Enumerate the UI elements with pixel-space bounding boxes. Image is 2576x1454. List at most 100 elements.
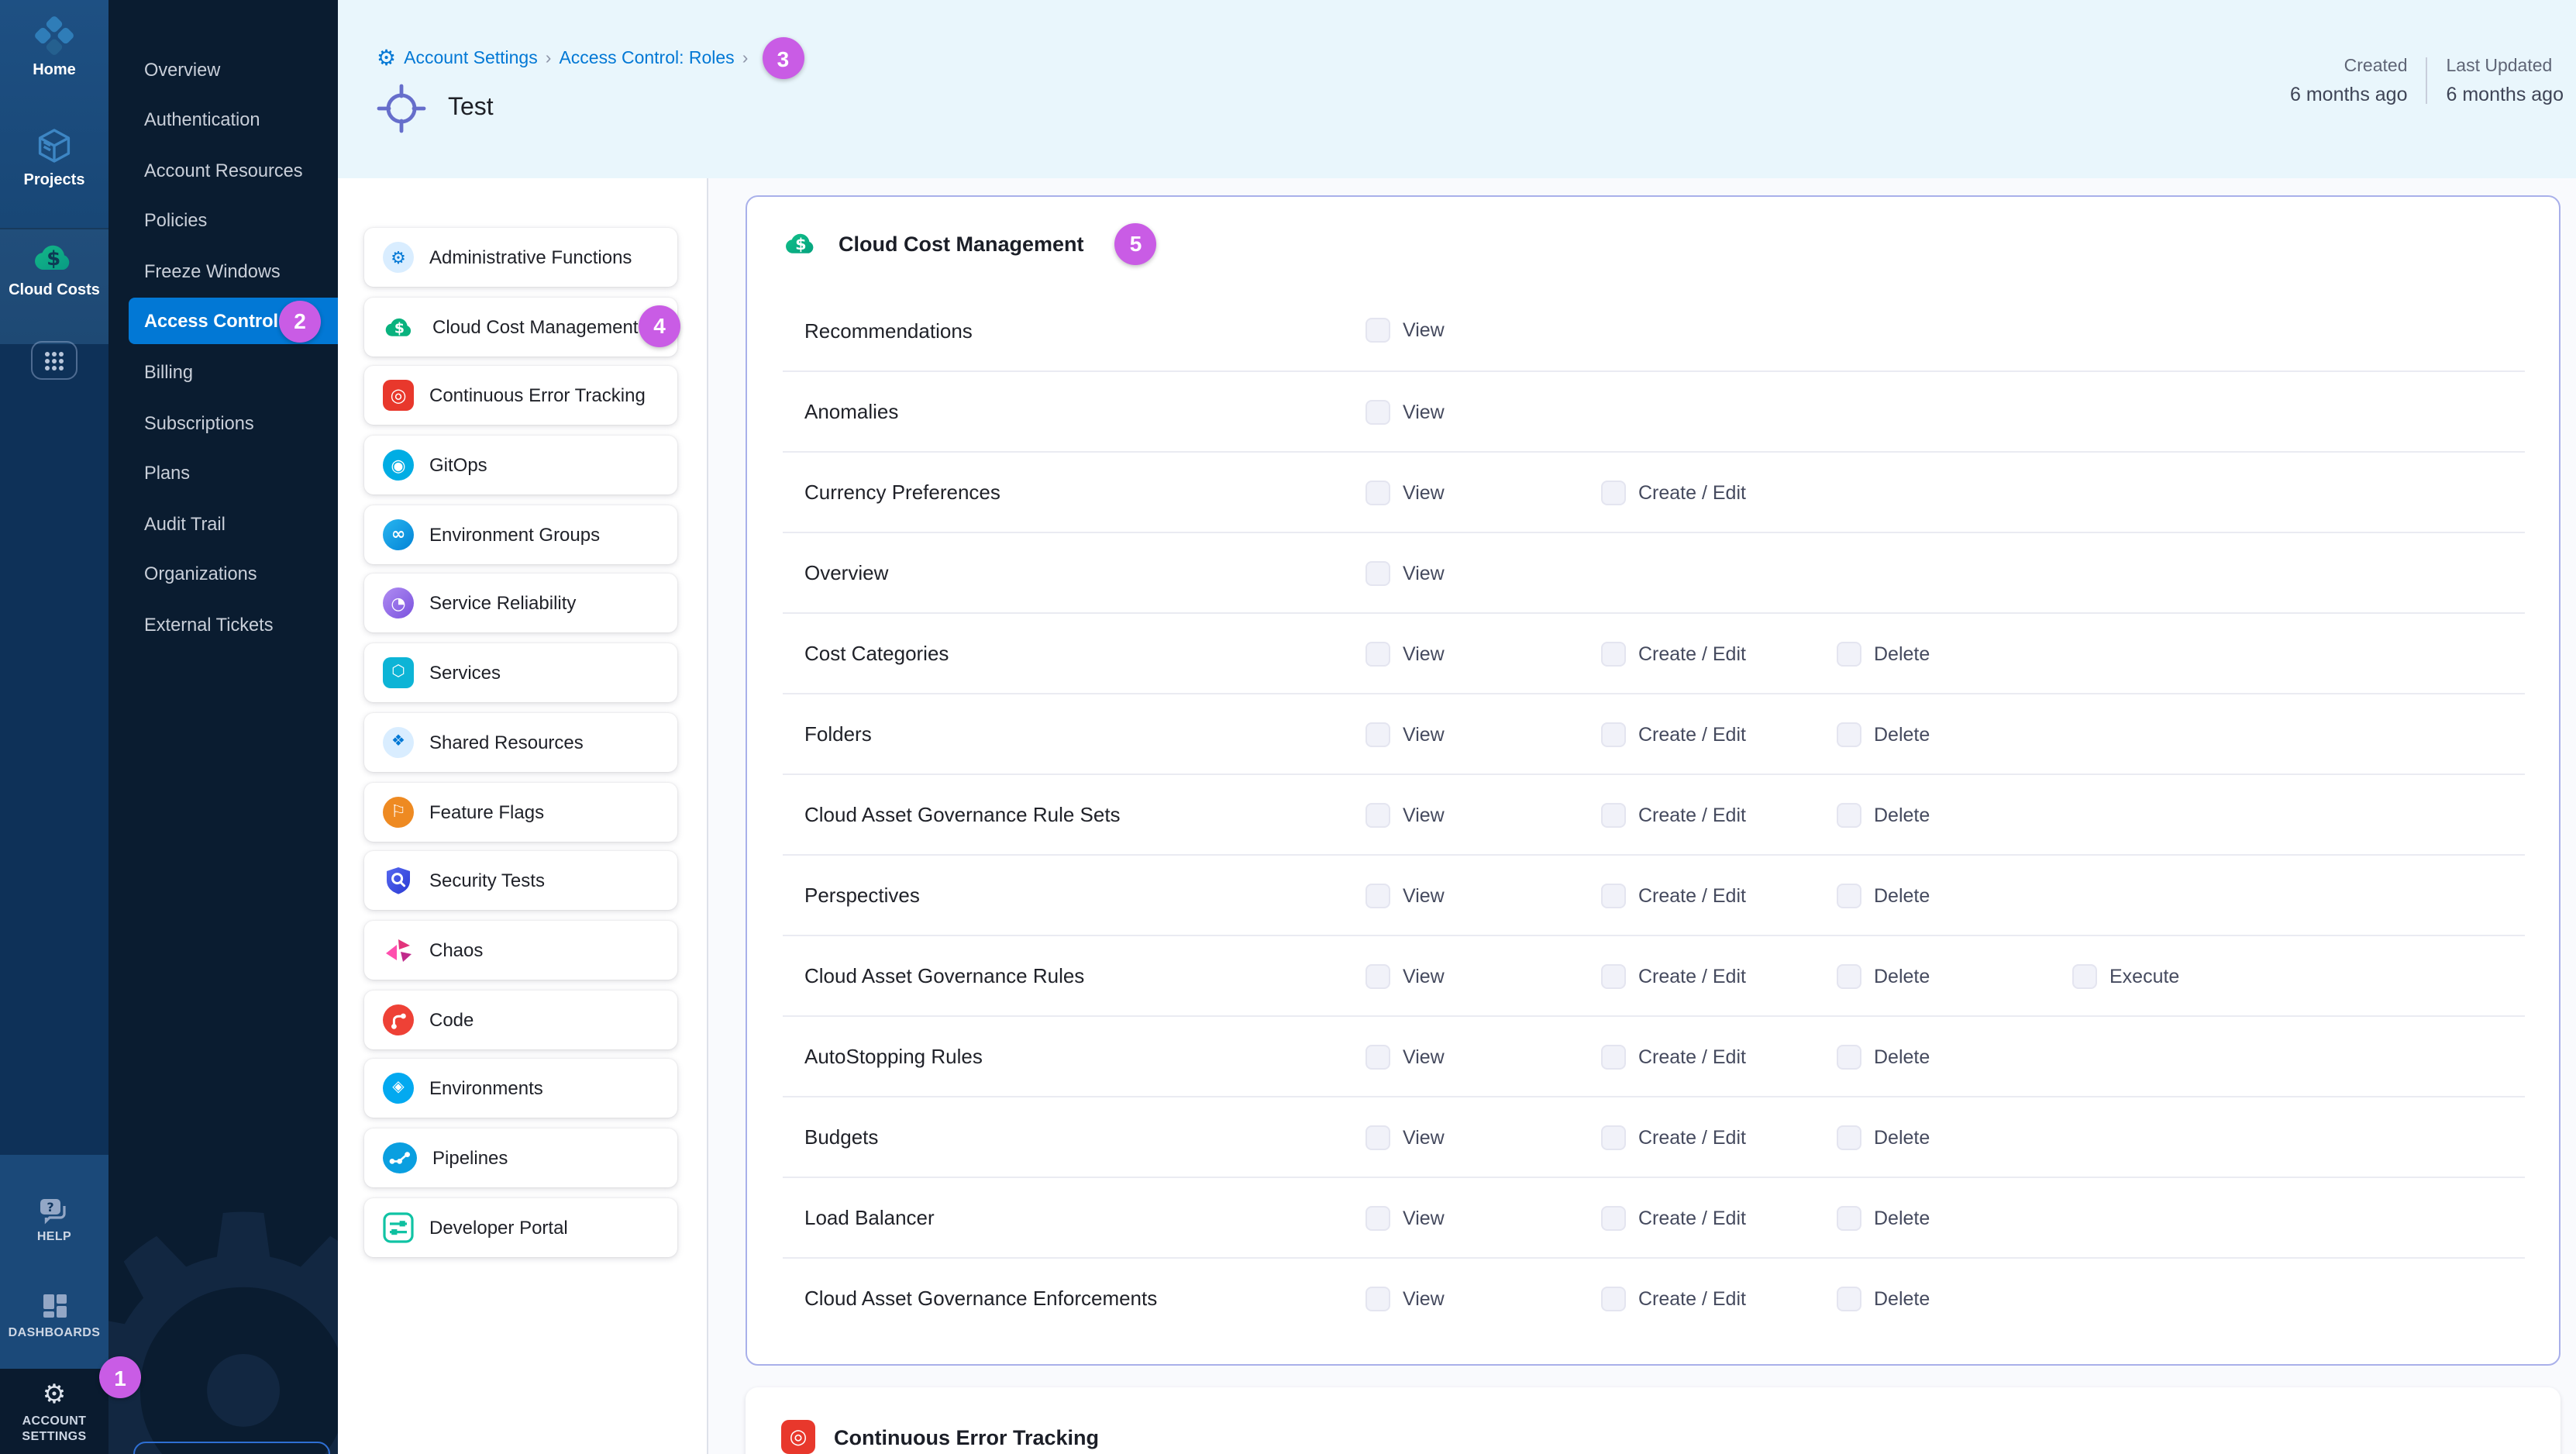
list-item-continuous-error-tracking[interactable]: ◎ Continuous Error Tracking [364, 367, 677, 426]
list-item-administrative-functions[interactable]: ⚙ Administrative Functions [364, 228, 677, 287]
view-checkbox[interactable] [1365, 883, 1390, 908]
create-edit-checkbox[interactable] [1601, 641, 1626, 666]
sidebar-item-audit-trail[interactable]: Audit Trail [108, 500, 338, 546]
panel-header: $ Cloud Cost Management 5 [747, 197, 2559, 290]
list-item-security-tests[interactable]: Security Tests [364, 851, 677, 910]
permission-row-cost-categories: Cost Categories View Create / Edit Delet… [783, 612, 2525, 693]
list-item-feature-flags[interactable]: ⚐ Feature Flags [364, 782, 677, 841]
create-edit-checkbox[interactable] [1601, 802, 1626, 827]
environment-groups-icon: ∞ [383, 519, 414, 550]
permission-rows: Recommendations View Anomalies View Curr… [783, 290, 2525, 1338]
list-item-services[interactable]: ⬡ Services [364, 643, 677, 702]
list-item-service-reliability[interactable]: ◔ Service Reliability [364, 574, 677, 633]
list-item-developer-portal[interactable]: Developer Portal [364, 1197, 677, 1256]
svg-text:$: $ [46, 247, 60, 270]
delete-checkbox[interactable] [1837, 641, 1861, 666]
chaos-icon [383, 935, 414, 966]
view-checkbox[interactable] [1365, 480, 1390, 505]
rail-item-projects[interactable]: Projects [0, 126, 108, 189]
environments-icon: ◈ [383, 1073, 414, 1104]
sidebar-item-authentication[interactable]: Authentication [108, 96, 338, 143]
view-checkbox[interactable] [1365, 963, 1390, 988]
list-item-shared-resources[interactable]: ❖ Shared Resources [364, 713, 677, 772]
delete-checkbox[interactable] [1837, 1044, 1861, 1069]
rail-item-account-settings[interactable]: ⚙ ACCOUNT SETTINGS [0, 1383, 108, 1445]
view-checkbox[interactable] [1365, 1044, 1390, 1069]
page-header: ⚙ Account Settings › Access Control: Rol… [338, 0, 2576, 178]
svg-text:$: $ [795, 235, 806, 253]
sidebar-item-organizations[interactable]: Organizations [108, 550, 338, 597]
feature-flags-icon: ⚐ [383, 796, 414, 827]
list-item-environments[interactable]: ◈ Environments [364, 1059, 677, 1118]
rail-item-cloud-costs[interactable]: $ Cloud Costs [0, 239, 108, 299]
settings-sidebar: ⚙ Overview Authentication Account Resour… [108, 0, 338, 1454]
delete-checkbox[interactable] [1837, 802, 1861, 827]
view-checkbox[interactable] [1365, 1125, 1390, 1149]
sidebar-item-overview[interactable]: Overview [108, 46, 338, 92]
permissions-content: $ Cloud Cost Management 5 Recommendation… [708, 178, 2576, 1454]
delete-checkbox[interactable] [1837, 1205, 1861, 1230]
rail-item-label: ACCOUNT SETTINGS [22, 1414, 86, 1445]
sidebar-item-billing[interactable]: Billing [108, 348, 338, 395]
list-item-environment-groups[interactable]: ∞ Environment Groups [364, 505, 677, 564]
view-checkbox[interactable] [1365, 641, 1390, 666]
list-item-pipelines[interactable]: Pipelines [364, 1128, 677, 1187]
view-checkbox[interactable] [1365, 560, 1390, 585]
view-checkbox[interactable] [1365, 1205, 1390, 1230]
sidebar-item-subscriptions[interactable]: Subscriptions [108, 399, 338, 446]
execute-checkbox[interactable] [2072, 963, 2097, 988]
list-item-chaos[interactable]: Chaos [364, 921, 677, 980]
sidebar-item-external-tickets[interactable]: External Tickets [108, 601, 338, 647]
panel-title: Continuous Error Tracking [834, 1425, 1099, 1449]
view-checkbox[interactable] [1365, 722, 1390, 746]
delete-checkbox[interactable] [1837, 722, 1861, 746]
create-edit-checkbox[interactable] [1601, 1125, 1626, 1149]
rail-item-home[interactable]: Home [0, 16, 108, 79]
crosshair-role-icon [375, 82, 428, 135]
sidebar-item-freeze-windows[interactable]: Freeze Windows [108, 247, 338, 294]
create-edit-checkbox[interactable] [1601, 722, 1626, 746]
breadcrumb-link-account-settings[interactable]: Account Settings [404, 49, 538, 67]
permission-row-load-balancer: Load Balancer View Create / Edit Delete [783, 1177, 2525, 1257]
sidebar-item-account-resources[interactable]: Account Resources [108, 146, 338, 193]
view-checkbox[interactable] [1365, 318, 1390, 343]
sidebar-item-access-control[interactable]: Access Control 2 [129, 298, 338, 344]
admin-functions-icon: ⚙ [383, 242, 414, 273]
annotation-badge-4: 4 [639, 305, 680, 346]
projects-cube-icon [34, 126, 74, 166]
permission-row-recommendations: Recommendations View [783, 290, 2525, 370]
create-edit-checkbox[interactable] [1601, 963, 1626, 988]
list-item-gitops[interactable]: ◉ GitOps [364, 436, 677, 494]
delete-checkbox[interactable] [1837, 963, 1861, 988]
sidebar-bottom-widget[interactable] [133, 1442, 330, 1454]
error-tracking-icon: ◎ [781, 1420, 815, 1454]
create-edit-checkbox[interactable] [1601, 1286, 1626, 1311]
code-icon [383, 1004, 414, 1035]
create-edit-checkbox[interactable] [1601, 480, 1626, 505]
sidebar-item-policies[interactable]: Policies [108, 197, 338, 243]
list-item-cloud-cost-management[interactable]: $ Cloud Cost Management 4 [364, 297, 677, 356]
module-rail: Home Projects $ Clo [0, 0, 108, 1454]
view-checkbox[interactable] [1365, 399, 1390, 424]
delete-checkbox[interactable] [1837, 1286, 1861, 1311]
delete-checkbox[interactable] [1837, 883, 1861, 908]
create-edit-checkbox[interactable] [1601, 1205, 1626, 1230]
permission-row-folders: Folders View Create / Edit Delete [783, 693, 2525, 774]
create-edit-checkbox[interactable] [1601, 1044, 1626, 1069]
list-item-code[interactable]: Code [364, 990, 677, 1049]
apps-grid-button[interactable] [31, 341, 77, 380]
rail-item-dashboards[interactable]: DASHBOARDS [0, 1291, 108, 1341]
shared-resources-icon: ❖ [383, 727, 414, 758]
create-edit-checkbox[interactable] [1601, 883, 1626, 908]
cloud-cost-management-icon: $ [783, 228, 820, 259]
view-checkbox[interactable] [1365, 802, 1390, 827]
delete-checkbox[interactable] [1837, 1125, 1861, 1149]
permission-row-budgets: Budgets View Create / Edit Delete [783, 1096, 2525, 1177]
rail-item-help[interactable]: ? HELP [0, 1197, 108, 1245]
view-checkbox[interactable] [1365, 1286, 1390, 1311]
cloud-cost-management-panel: $ Cloud Cost Management 5 Recommendation… [746, 195, 2561, 1366]
sidebar-item-plans[interactable]: Plans [108, 450, 338, 496]
help-chat-icon: ? [37, 1197, 71, 1225]
last-updated-label: Last Updated [2447, 56, 2564, 79]
breadcrumb-link-access-control-roles[interactable]: Access Control: Roles [559, 49, 734, 67]
